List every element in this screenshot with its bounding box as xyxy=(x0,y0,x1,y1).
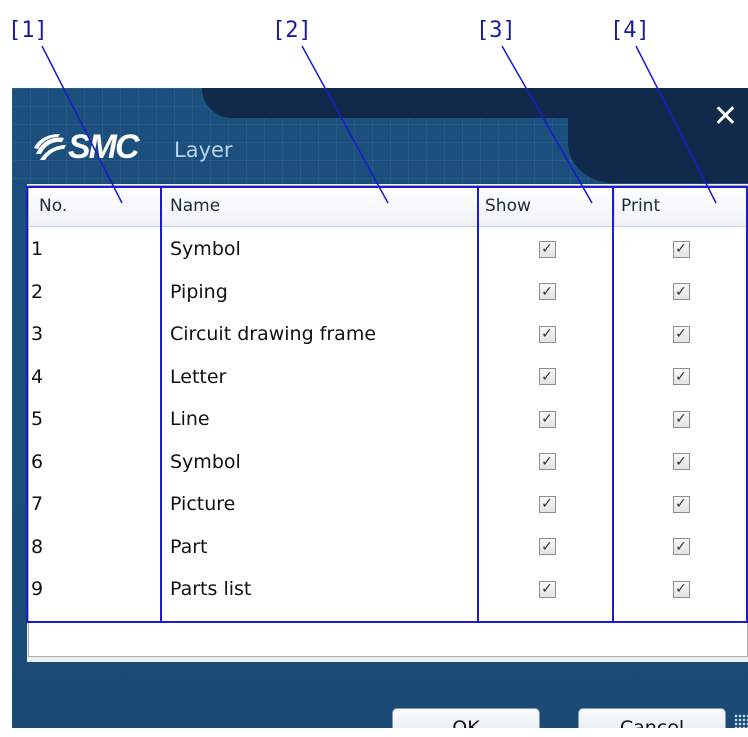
callout-4: [4] xyxy=(610,18,650,43)
dialog-title: Layer xyxy=(174,138,233,162)
cancel-button[interactable]: Cancel xyxy=(578,708,726,728)
title-bar-dark-strip xyxy=(202,88,748,118)
ok-button[interactable]: OK xyxy=(392,708,540,728)
layer-dialog: ✕ SMC Layer No. Name Show Print 1 Symbol ✓… xyxy=(12,88,748,728)
highlight-print-column xyxy=(612,186,748,623)
highlight-no-column xyxy=(26,186,162,623)
highlight-show-column xyxy=(477,186,614,623)
resize-grip-icon[interactable] xyxy=(734,714,748,728)
smc-logo: SMC xyxy=(32,128,140,166)
smc-logo-mark-icon xyxy=(34,134,66,160)
callout-3: [3] xyxy=(476,18,516,43)
close-icon[interactable]: ✕ xyxy=(713,102,738,132)
smc-logo-text: SMC xyxy=(68,128,140,166)
highlight-name-column xyxy=(160,186,479,623)
callout-2: [2] xyxy=(272,18,312,43)
callout-1: [1] xyxy=(8,18,48,43)
